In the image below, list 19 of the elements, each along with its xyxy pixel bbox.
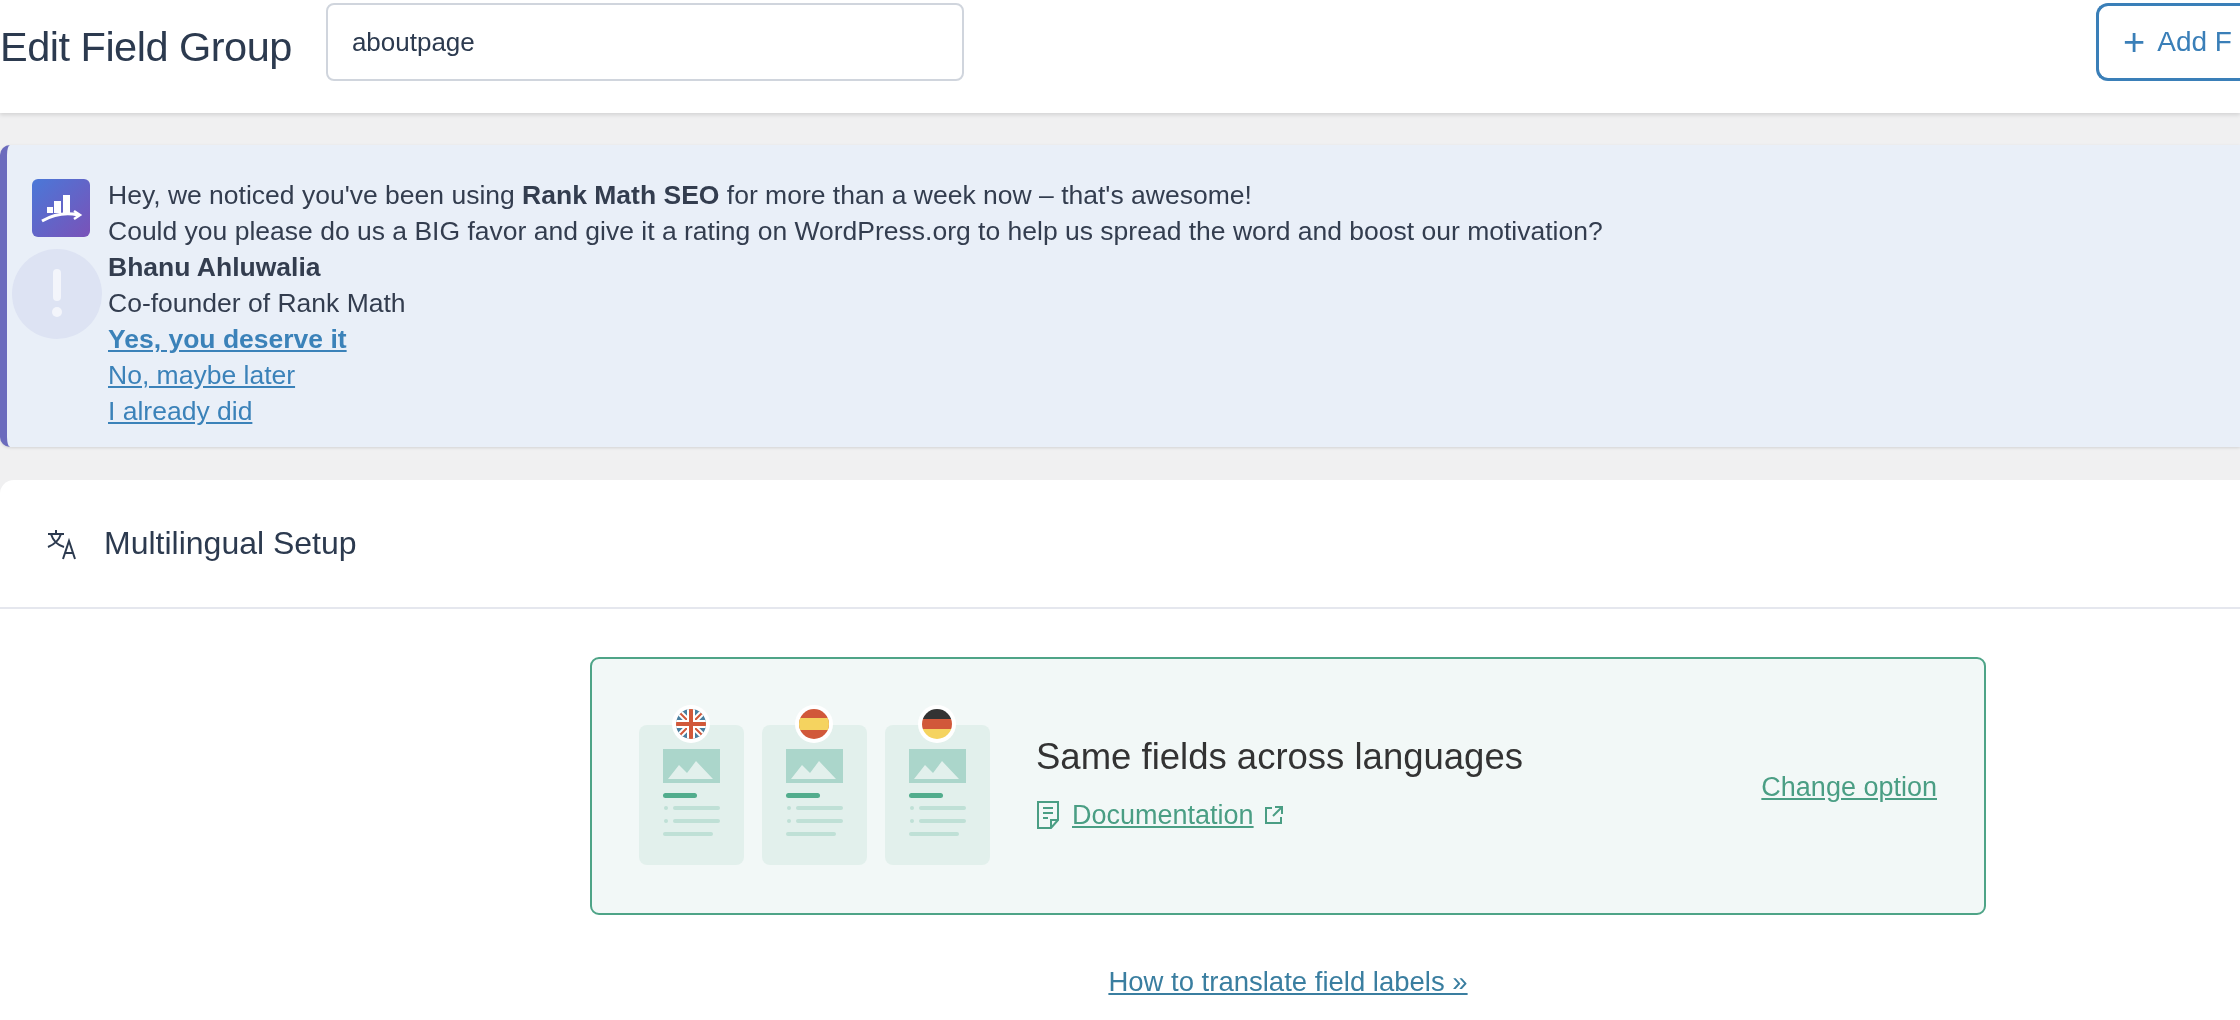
notice-link[interactable]: I already did: [108, 396, 253, 426]
author-name: Bhanu Ahluwalia: [108, 251, 322, 284]
notice-link[interactable]: No, maybe later: [108, 360, 296, 390]
document-icon: [1036, 800, 1062, 830]
notice-link[interactable]: Yes, you deserve it: [108, 324, 347, 354]
chart-logo-icon: [32, 179, 90, 237]
external-link-icon: [1263, 805, 1284, 825]
add-field-button[interactable]: + Add F: [2096, 3, 2240, 81]
notice-text: Hey, we noticed you've been using Rank Math SEO for more than a week now – that's awesome!: [108, 179, 1253, 212]
change-option-link[interactable]: Change option: [1761, 771, 1937, 803]
title-input-field[interactable]: aboutpage: [325, 3, 964, 81]
panel-title: Multilingual Setup: [104, 525, 357, 562]
translate-labels-link[interactable]: How to translate field labels »: [1108, 966, 1468, 997]
option-title: Same fields across languages: [1036, 735, 1523, 778]
documentation-link[interactable]: Documentation: [1072, 799, 1254, 831]
translate-icon: [46, 527, 78, 560]
page-title: Edit Field Group: [0, 23, 292, 71]
notice-text: Could you please do us a BIG favor and give it a rating on WordPress.org to help us spread the word and boost our motivation?: [108, 215, 1603, 248]
author-role: Co-founder of Rank Math: [108, 287, 407, 320]
